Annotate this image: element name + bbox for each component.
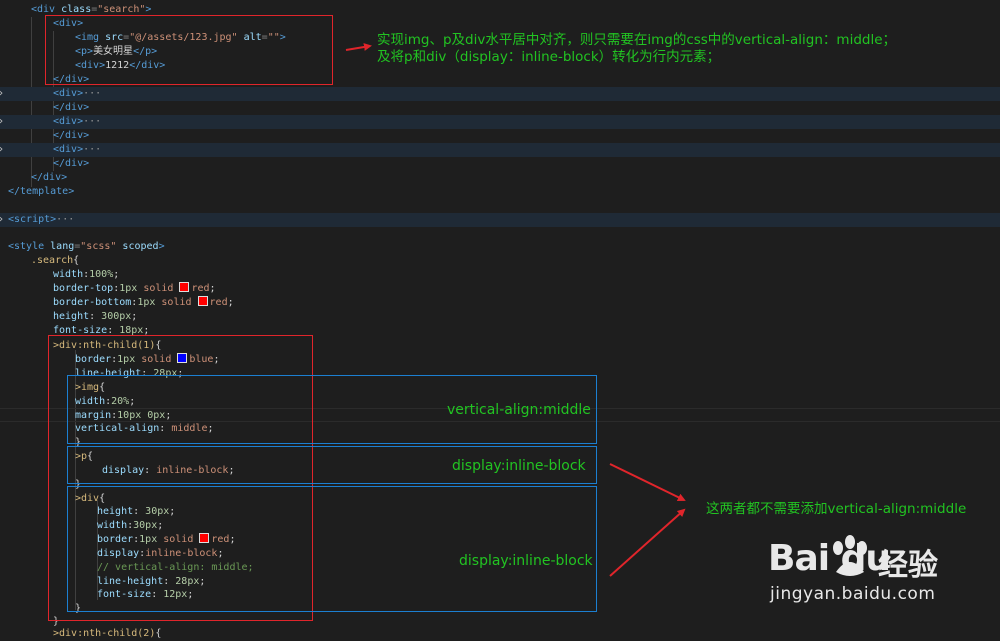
watermark-chinese: 经验 [878,548,938,583]
arrow-p-to-note [609,463,686,501]
code-token: >div:nth-child(2) [53,628,156,639]
watermark-url: jingyan.baidu.com [770,584,936,604]
baidu-paw-icon [833,535,867,576]
arrow-div-to-note [609,508,686,577]
code-line[interactable]: >div:nth-child(2){ [0,627,1000,641]
code-token: { [155,628,162,639]
code-text: >div:nth-child(2){ [53,627,161,641]
arrow-to-html-note [345,43,372,51]
baidu-jingyan-watermark: Bai du 经验 jingyan.baidu.com [768,535,948,608]
